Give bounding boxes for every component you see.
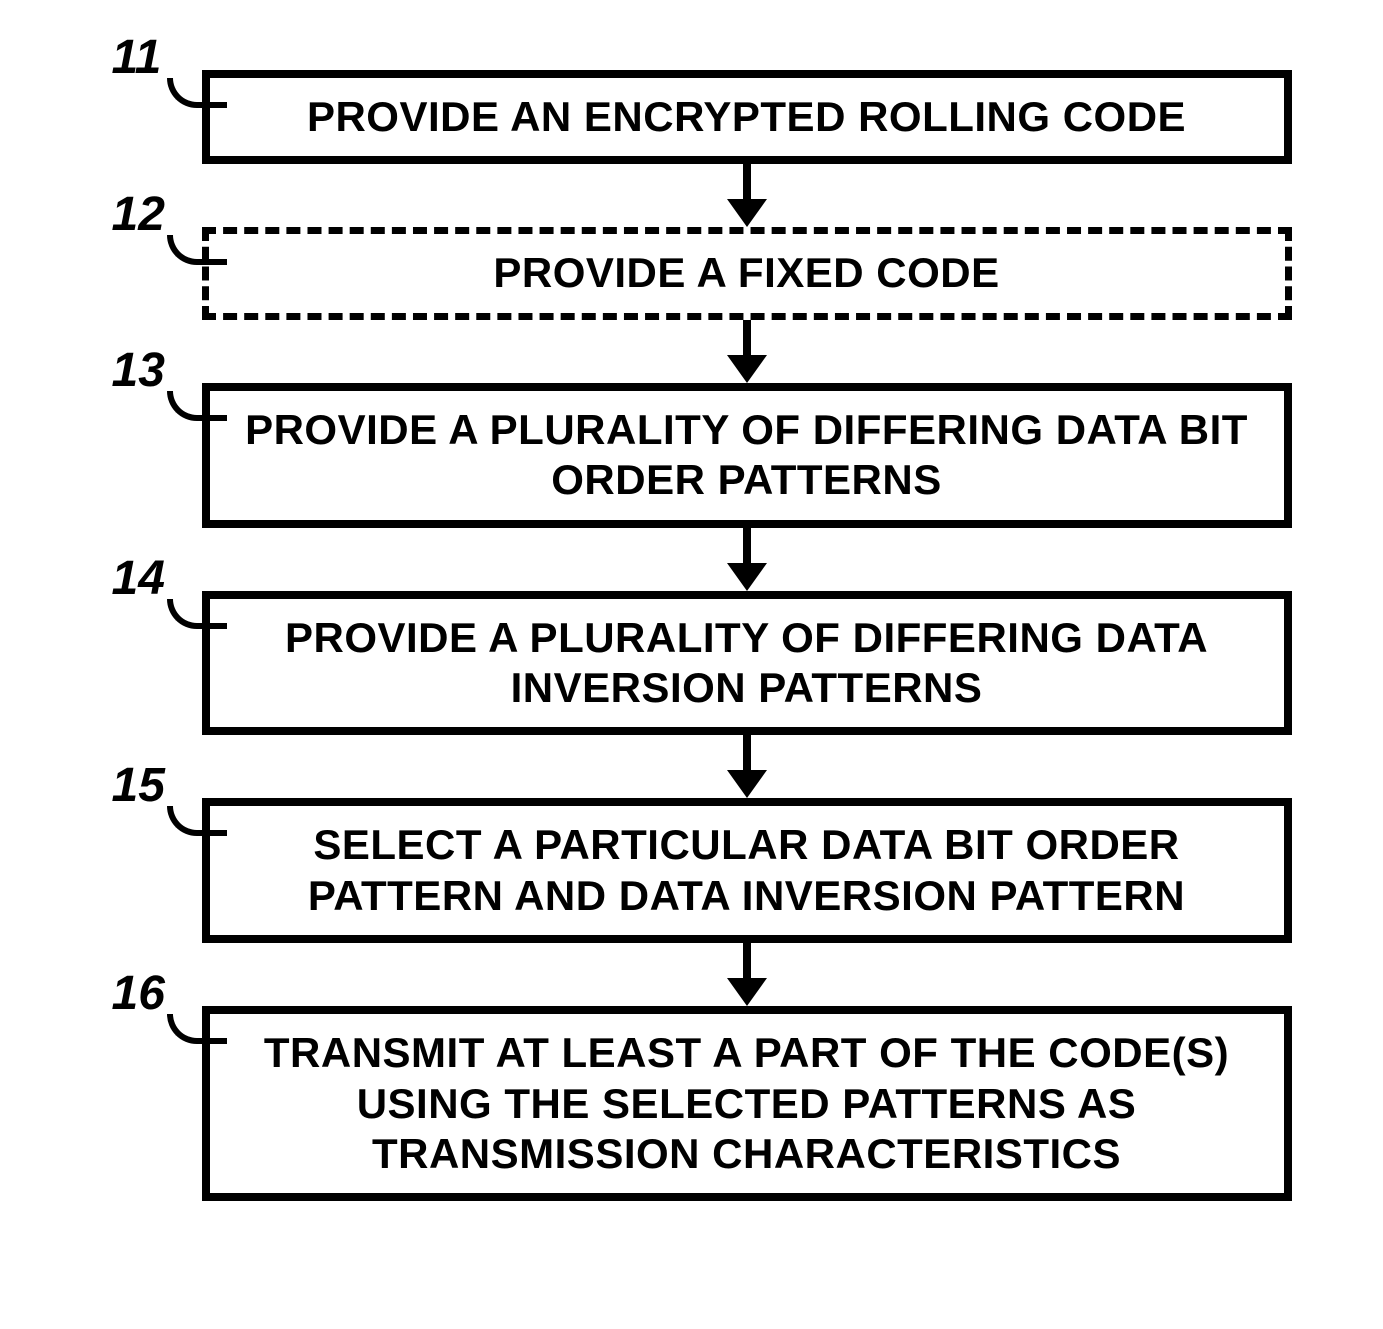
flowchart-step-16: 16 TRANSMIT AT LEAST A PART OF THE CODE(… [92, 1006, 1292, 1201]
step-box: PROVIDE AN ENCRYPTED ROLLING CODE [202, 70, 1292, 164]
flowchart-step-13: 13 PROVIDE A PLURALITY OF DIFFERING DATA… [92, 383, 1292, 528]
flow-arrow [727, 528, 767, 591]
step-box: TRANSMIT AT LEAST A PART OF THE CODE(S) … [202, 1006, 1292, 1201]
step-number-label: 15 [112, 758, 165, 813]
label-connector [167, 391, 227, 421]
step-box: PROVIDE A PLURALITY OF DIFFERING DATA IN… [202, 591, 1292, 736]
label-connector [167, 235, 227, 265]
flow-arrow [727, 164, 767, 227]
flow-arrow [727, 320, 767, 383]
step-box: PROVIDE A PLURALITY OF DIFFERING DATA BI… [202, 383, 1292, 528]
flowchart-diagram: 11 PROVIDE AN ENCRYPTED ROLLING CODE 12 … [92, 30, 1292, 1201]
step-box-optional: PROVIDE A FIXED CODE [202, 227, 1292, 319]
step-number-label: 14 [112, 551, 165, 606]
flowchart-step-12: 12 PROVIDE A FIXED CODE [92, 227, 1292, 319]
flowchart-step-11: 11 PROVIDE AN ENCRYPTED ROLLING CODE [92, 70, 1292, 164]
step-number-label: 12 [112, 187, 165, 242]
step-box: SELECT A PARTICULAR DATA BIT ORDER PATTE… [202, 798, 1292, 943]
flowchart-step-14: 14 PROVIDE A PLURALITY OF DIFFERING DATA… [92, 591, 1292, 736]
step-number-label: 13 [112, 343, 165, 398]
label-connector [167, 1014, 227, 1044]
label-connector [167, 78, 227, 108]
flow-arrow [727, 943, 767, 1006]
flow-arrow [727, 735, 767, 798]
label-connector [167, 806, 227, 836]
step-number-label: 16 [112, 966, 165, 1021]
step-number-label: 11 [112, 30, 162, 85]
label-connector [167, 599, 227, 629]
flowchart-step-15: 15 SELECT A PARTICULAR DATA BIT ORDER PA… [92, 798, 1292, 943]
